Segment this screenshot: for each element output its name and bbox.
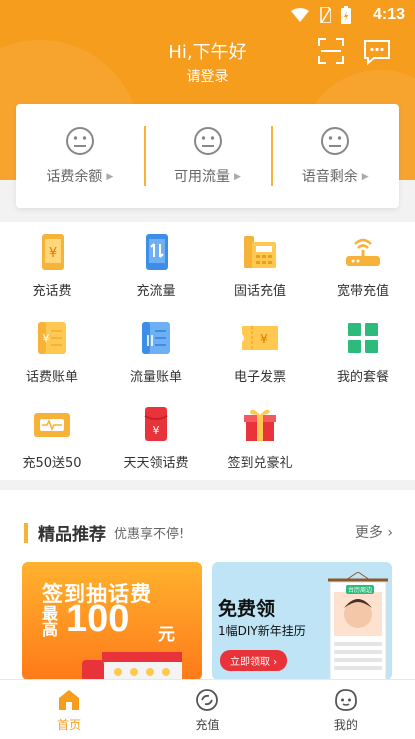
svg-text:¥: ¥ (153, 424, 160, 437)
service-grid: ¥ 充话费 充流量 固话充值 宽带充值 ¥ 话费账单 流量账单 ¥ 电子发票 我… (0, 222, 415, 480)
banner1-unit: 元 (158, 625, 175, 645)
banner1-max-label-2: 高 (42, 620, 59, 639)
landline-icon (244, 236, 276, 268)
tab-label: 我的 (333, 718, 358, 732)
phone-bill-icon: ¥ (38, 322, 66, 354)
invoice-icon: ¥ (242, 326, 278, 350)
svg-text:¥: ¥ (260, 332, 268, 346)
data-bill-icon (142, 322, 170, 354)
balance-item-phone[interactable]: 话费余额 ▶ (16, 104, 144, 208)
profile-icon (334, 689, 357, 711)
balance-label: 话费余额 (46, 169, 103, 185)
service-label: 天天领话费 (123, 456, 189, 471)
status-bar: 4:13 (0, 0, 415, 30)
service-broadband[interactable]: 宽带充值 (311, 232, 415, 299)
service-landline[interactable]: 固话充值 (208, 232, 312, 299)
svg-text:¥: ¥ (49, 246, 57, 261)
message-icon[interactable] (362, 36, 392, 66)
calendar-illustration-icon (82, 652, 182, 680)
service-recharge-data[interactable]: 充流量 (104, 232, 208, 299)
claim-now-button[interactable]: 立即领取 › (220, 650, 288, 671)
tab-home[interactable]: 首页 (0, 680, 138, 739)
tab-recharge[interactable]: 充值 (138, 680, 276, 739)
balance-item-voice[interactable]: 语音剩余 ▶ (271, 104, 399, 208)
chevron-right-icon: › (387, 525, 393, 541)
router-icon (346, 238, 380, 266)
poster-tag: 台历周边 (346, 585, 375, 594)
plan-grid-icon (348, 323, 378, 353)
phone-recharge-icon: ¥ (42, 234, 64, 270)
gift-icon (244, 409, 276, 441)
balance-label: 可用流量 (174, 169, 231, 185)
data-recharge-icon (146, 234, 168, 270)
recommend-title: 精品推荐 (38, 525, 106, 545)
service-label: 充话费 (32, 284, 72, 299)
service-phone-bill[interactable]: ¥ 话费账单 (0, 318, 104, 385)
checkin-lottery-banner[interactable]: 签到抽话费 最 高 100 元 (22, 562, 202, 680)
service-data-bill[interactable]: 流量账单 (104, 318, 208, 385)
scan-icon[interactable] (316, 36, 346, 66)
greeting-text: Hi,下午好 (168, 42, 247, 63)
neutral-face-icon (65, 127, 94, 155)
recharge-icon (196, 689, 219, 711)
service-label: 充流量 (136, 284, 176, 299)
balance-item-data[interactable]: 可用流量 ▶ (143, 104, 272, 208)
banner2-subtitle: 1幅DIY新年挂历 (218, 624, 306, 638)
service-label: 固话充值 (233, 284, 286, 299)
sim-icon (320, 7, 331, 23)
recommend-header: 精品推荐 优惠享不停! (24, 520, 184, 545)
battery-icon (341, 6, 351, 24)
more-label: 更多 (354, 525, 383, 541)
triangle-right-icon: ▶ (106, 172, 114, 182)
service-invoice[interactable]: ¥ 电子发票 (208, 318, 312, 385)
service-daily-credit[interactable]: ¥ 天天领话费 (104, 404, 208, 471)
status-time: 4:13 (372, 6, 405, 23)
triangle-right-icon: ▶ (361, 172, 369, 182)
login-link[interactable]: 请登录 (0, 66, 415, 86)
service-label: 充50送50 (22, 456, 82, 471)
wifi-icon (291, 8, 309, 22)
service-label: 流量账单 (129, 370, 182, 385)
balance-card: 话费余额 ▶ 可用流量 ▶ 语音剩余 ▶ (16, 104, 399, 208)
service-label: 宽带充值 (336, 284, 389, 299)
neutral-face-icon (193, 127, 222, 155)
balance-label: 语音剩余 (301, 169, 358, 185)
recommend-subtitle: 优惠享不停! (114, 527, 185, 542)
banner2-title: 免费领 (218, 598, 276, 620)
more-link[interactable]: 更多 › (355, 522, 393, 542)
service-checkin-gift[interactable]: 签到兑豪礼 (208, 404, 312, 471)
red-envelope-icon: ¥ (144, 407, 168, 441)
service-recharge-phone[interactable]: ¥ 充话费 (0, 232, 104, 299)
service-label: 电子发票 (233, 370, 286, 385)
home-icon (59, 690, 80, 710)
banner1-amount: 100 (66, 598, 130, 640)
triangle-right-icon: ▶ (234, 172, 241, 182)
tab-label: 充值 (195, 718, 220, 732)
promo-card-icon (34, 413, 70, 437)
service-label: 话费账单 (25, 370, 78, 385)
service-my-plan[interactable]: 我的套餐 (311, 318, 415, 385)
bottom-tab-bar: 首页 充值 我的 (0, 679, 415, 739)
diy-calendar-banner[interactable]: 免费领 1幅DIY新年挂历 立即领取 › 台历周边 (212, 562, 392, 680)
section-accent-bar (24, 522, 28, 543)
svg-text:¥: ¥ (43, 332, 50, 345)
service-label: 签到兑豪礼 (227, 456, 293, 471)
service-label: 我的套餐 (336, 370, 389, 385)
service-promo-50[interactable]: 充50送50 (0, 404, 104, 471)
neutral-face-icon (321, 127, 350, 155)
recommend-section: 精品推荐 优惠享不停! 更多 › 签到抽话费 最 高 100 元 免费领 1幅D… (0, 490, 415, 680)
tab-profile[interactable]: 我的 (277, 680, 415, 739)
tab-label: 首页 (57, 718, 82, 732)
